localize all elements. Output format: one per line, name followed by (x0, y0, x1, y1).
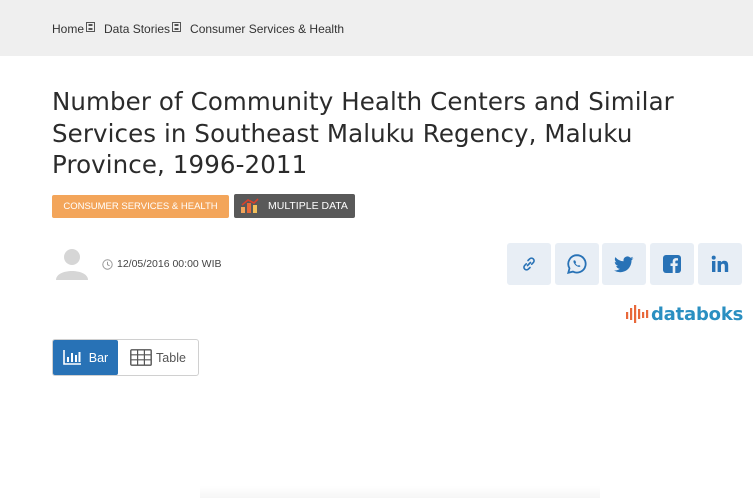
table-view-button[interactable]: Table (118, 340, 198, 375)
databoks-logo[interactable]: databoks (625, 303, 743, 325)
author-avatar (56, 249, 88, 280)
bar-chart-icon (62, 350, 81, 365)
multiple-data-label: MULTIPLE DATA (268, 200, 348, 212)
breadcrumb-category[interactable]: Consumer Services & Health (190, 22, 344, 36)
breadcrumb: Home Data Stories Consumer Services & He… (52, 22, 344, 36)
breadcrumb-data-stories[interactable]: Data Stories (104, 22, 170, 36)
breadcrumb-separator-icon (172, 22, 182, 32)
chart-view-toggle: Bar Table (52, 339, 199, 376)
copy-link-button[interactable] (507, 243, 551, 285)
table-grid-icon (130, 349, 152, 366)
link-icon (523, 257, 535, 271)
whatsapp-icon (567, 254, 587, 275)
clock-icon (102, 258, 113, 270)
databoks-logo-mark-icon (626, 305, 649, 323)
bar-view-label: Bar (88, 350, 109, 365)
multiple-data-tag[interactable]: MULTIPLE DATA (234, 194, 355, 218)
table-view-label: Table (156, 350, 186, 365)
share-twitter-button[interactable] (602, 243, 646, 285)
linkedin-icon (711, 255, 729, 272)
share-facebook-button[interactable] (650, 243, 694, 285)
breadcrumb-home[interactable]: Home (52, 22, 84, 36)
breadcrumb-separator-icon (86, 22, 96, 32)
share-linkedin-button[interactable] (698, 243, 742, 285)
bar-view-button[interactable]: Bar (53, 340, 118, 375)
chart-area-top-edge (200, 486, 600, 498)
publish-meta: 12/05/2016 00:00 WIB (102, 258, 222, 270)
page-title: Number of Community Health Centers and S… (52, 87, 674, 179)
share-whatsapp-button[interactable] (555, 243, 599, 285)
multiple-data-icon (241, 198, 259, 213)
facebook-icon (663, 255, 681, 273)
twitter-icon (614, 255, 634, 272)
databoks-logo-text: databoks (651, 303, 744, 325)
category-tag[interactable]: CONSUMER SERVICES & HEALTH (52, 195, 229, 218)
publish-date: 12/05/2016 00:00 WIB (117, 258, 222, 270)
